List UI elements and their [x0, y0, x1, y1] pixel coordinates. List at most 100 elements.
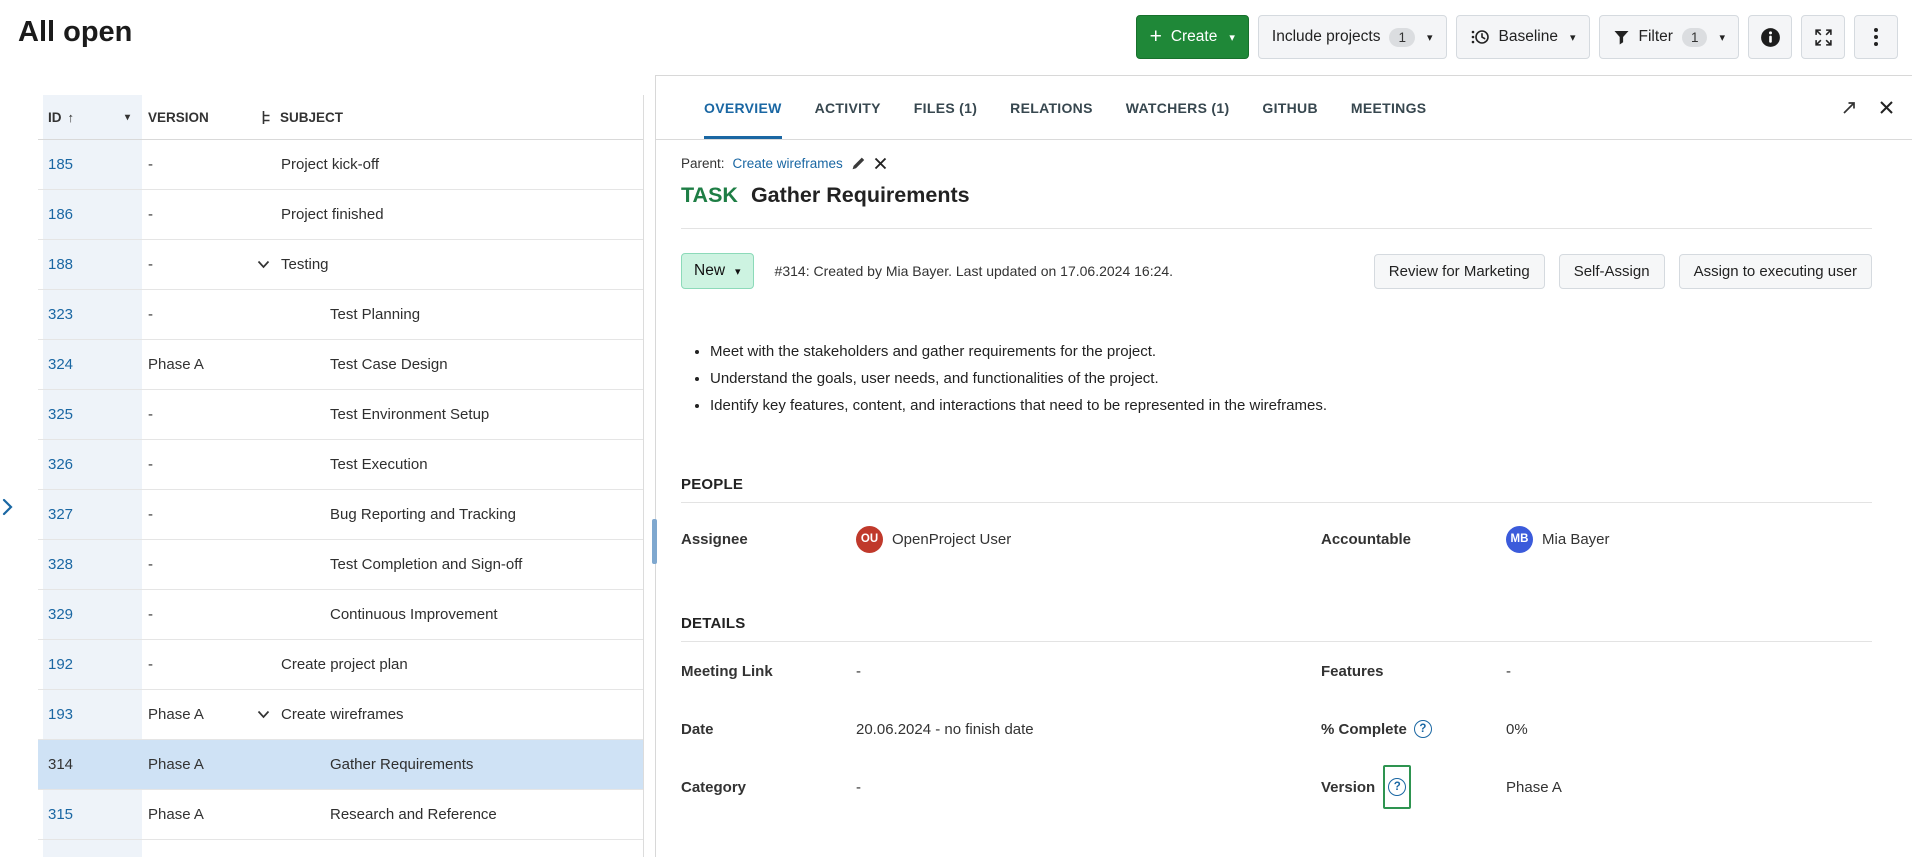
close-detail-icon[interactable] [1879, 100, 1894, 115]
assign-to-executing-user-button[interactable]: Assign to executing user [1679, 254, 1872, 289]
table-row[interactable]: 314Phase AGather Requirements [38, 740, 643, 790]
work-package-id-link[interactable]: 193 [48, 706, 73, 723]
work-package-title: TASK Gather Requirements [681, 183, 1872, 208]
assignee-label: Assignee [681, 531, 856, 548]
field-value-complete[interactable]: 0% [1506, 721, 1872, 738]
cell-version: - [142, 456, 244, 473]
caret-down-icon: ▾ [1427, 31, 1433, 44]
filter-button[interactable]: Filter 1 ▾ [1599, 15, 1740, 59]
create-button[interactable]: + Create ▾ [1136, 15, 1249, 59]
work-package-id-link[interactable]: 324 [48, 356, 73, 373]
cell-version: - [142, 606, 244, 623]
table-row[interactable]: 328 - Test Completion and Sign-off [38, 540, 643, 590]
table-row[interactable]: 329 - Continuous Improvement [38, 590, 643, 640]
work-package-subject[interactable]: Gather Requirements [751, 183, 970, 208]
fullscreen-button[interactable] [1801, 15, 1845, 59]
assignee-value[interactable]: OU OpenProject User [856, 526, 1321, 553]
accountable-avatar: MB [1506, 526, 1533, 553]
field-value-features[interactable]: - [1506, 663, 1872, 680]
table-row[interactable]: 186-Project finished [38, 190, 643, 240]
include-projects-count-badge: 1 [1389, 28, 1415, 47]
table-row[interactable]: 315Phase AResearch and Reference [38, 790, 643, 840]
self-assign-button[interactable]: Self-Assign [1559, 254, 1665, 289]
tab-activity[interactable]: ACTIVITY [815, 76, 881, 139]
help-icon[interactable]: ? [1388, 778, 1406, 796]
tab-github[interactable]: GITHUB [1262, 76, 1317, 139]
cell-version: - [142, 406, 244, 423]
parent-link[interactable]: Create wireframes [733, 156, 843, 171]
cell-subject: Test Planning [244, 306, 643, 323]
kebab-menu-button[interactable] [1854, 15, 1898, 59]
table-row[interactable]: 185-Project kick-off [38, 140, 643, 190]
edit-parent-pencil-icon[interactable] [851, 156, 866, 171]
cell-subject: Test Execution [244, 456, 643, 473]
table-row[interactable]: 324Phase ATest Case Design [38, 340, 643, 390]
field-value-category[interactable]: - [856, 779, 1321, 796]
remove-parent-icon[interactable] [874, 157, 887, 170]
table-row[interactable]: 325 - Test Environment Setup [38, 390, 643, 440]
field-value-version[interactable]: Phase A [1506, 779, 1872, 796]
tab-files-1[interactable]: FILES (1) [914, 76, 977, 139]
help-icon[interactable]: ? [1414, 720, 1432, 738]
status-dropdown[interactable]: New ▾ [681, 253, 754, 289]
subject-text: Test Environment Setup [330, 406, 489, 423]
work-package-type[interactable]: TASK [681, 183, 738, 208]
collapse-chevron-icon[interactable] [257, 710, 273, 719]
fullscreen-icon [1814, 28, 1833, 47]
subject-text: Test Completion and Sign-off [330, 556, 522, 573]
subject-text: Testing [281, 256, 329, 273]
accountable-value[interactable]: MB Mia Bayer [1506, 526, 1872, 553]
tab-overview[interactable]: OVERVIEW [704, 76, 782, 139]
info-button[interactable] [1748, 15, 1792, 59]
panel-resize-handle[interactable] [652, 519, 657, 564]
column-header-id[interactable]: ID ↑ ▾ [38, 110, 142, 125]
collapse-chevron-icon[interactable] [257, 260, 273, 269]
subject-text: Test Case Design [330, 356, 448, 373]
baseline-button[interactable]: Baseline ▾ [1456, 15, 1590, 59]
work-package-id-link[interactable]: 326 [48, 456, 73, 473]
tab-watchers-1[interactable]: WATCHERS (1) [1126, 76, 1230, 139]
description-bullet: Meet with the stakeholders and gather re… [710, 343, 1872, 360]
column-header-version[interactable]: VERSION [142, 110, 244, 125]
work-package-id-link[interactable]: 315 [48, 806, 73, 823]
review-for-marketing-button[interactable]: Review for Marketing [1374, 254, 1545, 289]
work-package-id-link[interactable]: 185 [48, 156, 73, 173]
include-projects-button[interactable]: Include projects 1 ▾ [1258, 15, 1447, 59]
work-package-id-link[interactable]: 186 [48, 206, 73, 223]
work-package-id-link[interactable]: 327 [48, 506, 73, 523]
field-value-date[interactable]: 20.06.2024 - no finish date [856, 721, 1321, 738]
column-header-subject[interactable]: SUBJECT [244, 110, 643, 125]
work-package-id-link[interactable]: 323 [48, 306, 73, 323]
cell-version: - [142, 556, 244, 573]
plus-icon: + [1150, 26, 1162, 47]
work-package-id-link[interactable]: 328 [48, 556, 73, 573]
work-package-id-link[interactable]: 192 [48, 656, 73, 673]
table-row[interactable]: 192-Create project plan [38, 640, 643, 690]
details-row: Meeting Link-Features- [681, 642, 1872, 700]
subject-text: Continuous Improvement [330, 606, 498, 623]
cell-version: Phase A [142, 706, 244, 723]
people-section-divider [681, 502, 1872, 503]
cell-subject: Testing [244, 256, 643, 273]
work-package-id-link[interactable]: 325 [48, 406, 73, 423]
parent-label: Parent: [681, 156, 725, 171]
work-package-id-link[interactable]: 329 [48, 606, 73, 623]
expand-sidebar-handle[interactable] [2, 498, 13, 521]
subject-text: Bug Reporting and Tracking [330, 506, 516, 523]
expand-detail-icon[interactable] [1841, 100, 1857, 116]
details-section: DETAILS Meeting Link-Features-Date20.06.… [681, 615, 1872, 816]
table-row[interactable]: 326 -Test Execution [38, 440, 643, 490]
table-row[interactable]: 193Phase ACreate wireframes [38, 690, 643, 740]
table-row[interactable]: 327 - Bug Reporting and Tracking [38, 490, 643, 540]
accountable-name: Mia Bayer [1542, 531, 1610, 548]
column-menu-caret-icon[interactable]: ▾ [125, 112, 130, 123]
cell-version: - [142, 506, 244, 523]
detail-tabs: OVERVIEW ACTIVITY FILES (1) RELATIONS WATCHE… [704, 76, 1426, 139]
work-package-id-link[interactable]: 188 [48, 256, 73, 273]
tab-meetings[interactable]: MEETINGS [1351, 76, 1427, 139]
table-row[interactable]: 188-Testing [38, 240, 643, 290]
work-package-id-link[interactable]: 314 [48, 756, 73, 773]
tab-relations[interactable]: RELATIONS [1010, 76, 1093, 139]
table-row[interactable]: 323-Test Planning [38, 290, 643, 340]
field-value-meeting-link[interactable]: - [856, 663, 1321, 680]
